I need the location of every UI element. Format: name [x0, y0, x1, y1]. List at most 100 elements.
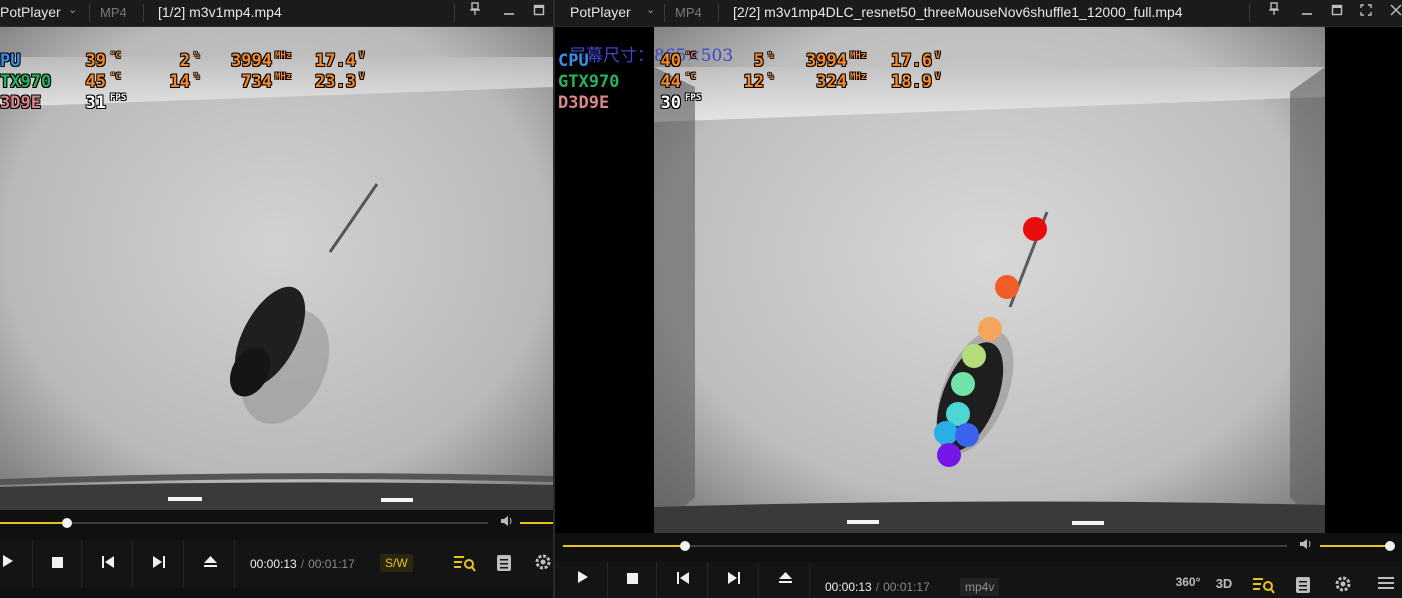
volume-icon[interactable]: [1299, 538, 1313, 553]
osd-unit: FPS: [685, 93, 702, 103]
close-icon[interactable]: [1385, 2, 1402, 22]
keypoint-marker: [978, 317, 1002, 341]
play-button[interactable]: [0, 540, 33, 588]
codec-badge[interactable]: mp4v: [960, 578, 1000, 596]
app-brand-menu[interactable]: PotPlayer: [0, 4, 61, 20]
player-window-2: PotPlayer ⌄ MP4 [2/2] m3v1mp4DLC_resnet5…: [555, 0, 1402, 598]
volume-level[interactable]: [1320, 545, 1390, 547]
keypoint-marker: [934, 421, 958, 445]
osd-row-cpu: PU 39 °C 2 % 3994 MHz 17.4 V: [0, 51, 380, 72]
play-icon: [577, 571, 589, 588]
keypoint-marker: [951, 372, 975, 396]
stop-button[interactable]: [33, 540, 82, 588]
osd-unit: MHz: [275, 72, 292, 82]
osd-unit: V: [935, 51, 941, 61]
video-area[interactable]: PU 39 °C 2 % 3994 MHz 17.4 V TX970 45 °C…: [0, 27, 553, 510]
osd-value: 734: [241, 72, 272, 92]
volume-level[interactable]: [520, 522, 553, 524]
title-bar[interactable]: PotPlayer ⌄ MP4 [2/2] m3v1mp4DLC_resnet5…: [555, 0, 1402, 27]
app-brand-menu[interactable]: PotPlayer: [570, 4, 631, 20]
control-bar: 00:00:13/00:01:17 S/W: [0, 540, 553, 588]
keypoint-marker: [962, 344, 986, 368]
osd-row-d3d: 3D9E 31 FPS: [0, 93, 380, 114]
seek-handle[interactable]: [62, 518, 73, 528]
next-button[interactable]: [710, 562, 759, 598]
chevron-down-icon[interactable]: ⌄: [646, 3, 655, 16]
divider: [664, 4, 665, 22]
list-icon[interactable]: [491, 554, 517, 577]
osd-label: PU: [0, 51, 21, 71]
time-display: 00:00:13/00:01:17: [825, 580, 930, 594]
osd-label: 3D9E: [0, 93, 41, 113]
maximize-icon[interactable]: [528, 2, 550, 22]
divider: [1249, 4, 1250, 22]
pin-icon[interactable]: [1263, 2, 1285, 22]
chevron-down-icon[interactable]: ⌄: [68, 3, 77, 16]
osd-unit: %: [194, 51, 200, 61]
time-display: 00:00:13/00:01:17: [250, 557, 355, 571]
keypoint-marker: [937, 443, 961, 467]
osd-unit: %: [194, 72, 200, 82]
osd-value: 324: [816, 72, 847, 92]
seek-fill: [563, 545, 686, 547]
divider: [89, 4, 90, 22]
fullscreen-icon[interactable]: [1355, 2, 1377, 22]
stop-button[interactable]: [608, 562, 657, 598]
menu-icon[interactable]: [1373, 576, 1399, 595]
osd-value: 12: [743, 72, 764, 92]
volume-handle[interactable]: [1385, 541, 1395, 551]
osd-unit: °C: [110, 51, 121, 61]
file-title: [2/2] m3v1mp4DLC_resnet50_threeMouseNov6…: [733, 4, 1183, 20]
seek-handle[interactable]: [680, 541, 691, 551]
stop-icon: [626, 571, 638, 588]
pin-icon[interactable]: [464, 2, 486, 22]
osd-value: 3994: [231, 51, 272, 71]
playlist-search-icon[interactable]: [1251, 576, 1277, 598]
total-time: 00:01:17: [308, 557, 355, 571]
osd-unit: V: [359, 51, 365, 61]
hw-monitor-osd: CPU 40 °C 5 % 3994 MHz 17.6 V GTX970 44 …: [558, 51, 958, 114]
osd-value: 18.9: [891, 72, 932, 92]
vr-360-icon[interactable]: 360°: [1173, 575, 1203, 589]
current-time: 00:00:13: [250, 557, 297, 571]
format-label: MP4: [100, 5, 127, 20]
minimize-icon[interactable]: [1296, 2, 1318, 22]
maximize-icon[interactable]: [1326, 2, 1348, 22]
osd-label: TX970: [0, 72, 52, 92]
eject-button[interactable]: [186, 540, 235, 588]
seek-bar[interactable]: [0, 512, 553, 534]
osd-unit: MHz: [850, 51, 867, 61]
player-window-1: PotPlayer ⌄ MP4 [1/2] m3v1mp4.mp4 PU 39 …: [0, 0, 553, 598]
playlist-search-icon[interactable]: [452, 554, 478, 577]
minimize-icon[interactable]: [498, 2, 520, 22]
previous-button[interactable]: [84, 540, 133, 588]
osd-unit: %: [768, 72, 774, 82]
next-icon: [728, 571, 740, 588]
eject-button[interactable]: [761, 562, 810, 598]
decoder-badge[interactable]: S/W: [380, 554, 413, 572]
osd-value: 23.3: [315, 72, 356, 92]
play-button[interactable]: [559, 562, 608, 598]
eject-icon: [203, 555, 217, 572]
next-button[interactable]: [135, 540, 184, 588]
seek-track[interactable]: [0, 522, 488, 524]
osd-unit: MHz: [275, 51, 292, 61]
osd-value: 31: [85, 93, 106, 113]
osd-unit: °C: [685, 51, 696, 61]
osd-unit: MHz: [850, 72, 867, 82]
list-icon[interactable]: [1290, 576, 1316, 598]
gear-icon[interactable]: [530, 553, 553, 576]
3d-icon[interactable]: 3D: [1211, 576, 1237, 591]
osd-value: 5: [753, 51, 764, 71]
osd-value: 45: [85, 72, 106, 92]
gear-icon[interactable]: [1330, 575, 1356, 598]
previous-button[interactable]: [659, 562, 708, 598]
title-bar[interactable]: PotPlayer ⌄ MP4 [1/2] m3v1mp4.mp4: [0, 0, 553, 27]
volume-icon[interactable]: [500, 515, 514, 530]
stop-icon: [51, 555, 63, 572]
osd-value: 30: [660, 93, 681, 113]
seek-bar[interactable]: [555, 535, 1402, 557]
video-area[interactable]: 屏幕尺寸：865×503 CPU 40 °C 5 % 3994 MHz 17.6…: [555, 27, 1402, 533]
seek-fill: [0, 522, 68, 524]
osd-row-cpu: CPU 40 °C 5 % 3994 MHz 17.6 V: [558, 51, 958, 72]
